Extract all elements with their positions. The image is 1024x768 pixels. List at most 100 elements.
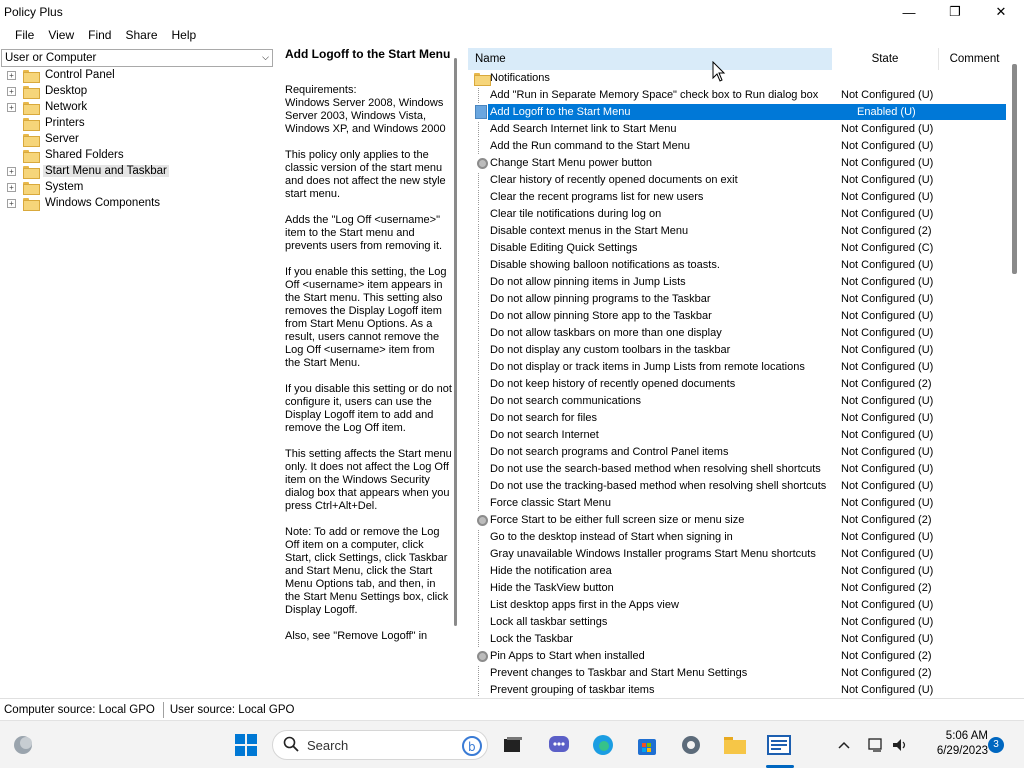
taskbar-search[interactable]: Search b — [272, 730, 488, 760]
table-row[interactable]: Lock all taskbar settings Not Configured … — [468, 614, 1008, 631]
tree-item[interactable]: + System — [0, 180, 276, 196]
policy-state: Not Configured (U) — [841, 633, 934, 645]
list-scrollbar[interactable] — [1012, 64, 1017, 274]
minimize-button[interactable]: — — [886, 0, 932, 24]
table-row[interactable]: Add Logoff to the Start Menu Enabled (U) — [468, 104, 1008, 121]
expand-icon[interactable]: + — [7, 183, 16, 192]
policy-icon — [478, 241, 483, 256]
close-button[interactable]: ✕ — [978, 0, 1024, 24]
tree-item[interactable]: + Control Panel — [0, 68, 276, 84]
policy-name: Do not use the search-based method when … — [490, 463, 821, 475]
table-row[interactable]: Do not keep history of recently opened d… — [468, 376, 1008, 393]
table-row[interactable]: Do not search for files Not Configured (U… — [468, 410, 1008, 427]
volume-icon[interactable] — [888, 730, 912, 760]
policy-plus-taskbar-icon[interactable] — [764, 730, 794, 760]
tree-item[interactable]: + Start Menu and Taskbar — [0, 164, 276, 180]
menu-share[interactable]: Share — [118, 28, 164, 42]
table-row[interactable]: Pin Apps to Start when installed Not Conf… — [468, 648, 1008, 665]
table-row[interactable]: Do not display or track items in Jump Li… — [468, 359, 1008, 376]
table-row[interactable]: Clear the recent programs list for new u… — [468, 189, 1008, 206]
table-row[interactable]: Add the Run command to the Start Menu Not… — [468, 138, 1008, 155]
policy-icon — [478, 683, 483, 696]
mouse-cursor-icon — [712, 61, 726, 82]
table-row[interactable]: Clear tile notifications during log on No… — [468, 206, 1008, 223]
tree-item[interactable]: Printers — [0, 116, 276, 132]
table-row[interactable]: Prevent changes to Taskbar and Start Men… — [468, 665, 1008, 682]
column-header-name[interactable]: Name — [468, 48, 832, 70]
description-paragraph: This policy only applies to the classic … — [285, 149, 446, 200]
chat-icon[interactable] — [544, 730, 574, 760]
table-row[interactable]: Force classic Start Menu Not Configured (… — [468, 495, 1008, 512]
table-row[interactable]: Add Search Internet link to Start Menu No… — [468, 121, 1008, 138]
table-row[interactable]: Gray unavailable Windows Installer progr… — [468, 546, 1008, 563]
network-icon[interactable] — [864, 730, 888, 760]
store-icon[interactable] — [632, 730, 662, 760]
column-header-comment[interactable]: Comment — [938, 48, 1010, 70]
maximize-button[interactable]: ❐ — [932, 0, 978, 24]
expand-icon[interactable]: + — [7, 87, 16, 96]
expand-icon[interactable]: + — [7, 103, 16, 112]
table-row[interactable]: Do not allow pinning items in Jump Lists… — [468, 274, 1008, 291]
table-row[interactable]: Do not search programs and Control Panel… — [468, 444, 1008, 461]
policy-name: Disable context menus in the Start Menu — [490, 225, 689, 237]
table-row[interactable]: List desktop apps first in the Apps view… — [468, 597, 1008, 614]
policy-state: Not Configured (U) — [841, 616, 934, 628]
menu-find[interactable]: Find — [81, 28, 118, 42]
notification-badge[interactable]: 3 — [988, 737, 1004, 753]
edge-icon[interactable] — [588, 730, 618, 760]
table-row[interactable]: Hide the notification area Not Configured… — [468, 563, 1008, 580]
table-row[interactable]: Add "Run in Separate Memory Space" check… — [468, 87, 1008, 104]
column-header-state[interactable]: State — [832, 48, 938, 70]
table-row[interactable]: Go to the desktop instead of Start when … — [468, 529, 1008, 546]
table-row[interactable]: Do not use the tracking-based method whe… — [468, 478, 1008, 495]
table-row[interactable]: Hide the TaskView button Not Configured (… — [468, 580, 1008, 597]
policy-name: Add "Run in Separate Memory Space" check… — [490, 89, 819, 101]
chevron-down-icon[interactable]: ⌵ — [262, 52, 269, 63]
description-scrollbar[interactable] — [452, 48, 468, 696]
table-row[interactable]: Clear history of recently opened documen… — [468, 172, 1008, 189]
expand-icon[interactable]: + — [7, 71, 16, 80]
policy-state: Enabled (U) — [857, 106, 916, 118]
policy-name: Do not search communications — [490, 395, 642, 407]
tree-item[interactable]: + Network — [0, 100, 276, 116]
policy-icon — [478, 496, 483, 511]
policy-state: Not Configured (U) — [841, 361, 934, 373]
file-explorer-icon[interactable] — [720, 730, 750, 760]
tree-item[interactable]: + Desktop — [0, 84, 276, 100]
policy-icon — [478, 428, 483, 443]
settings-icon[interactable] — [676, 730, 706, 760]
table-row[interactable]: Do not display any custom toolbars in th… — [468, 342, 1008, 359]
scope-dropdown[interactable]: User or Computer ⌵ — [1, 49, 273, 67]
table-row[interactable]: Force Start to be either full screen siz… — [468, 512, 1008, 529]
table-row[interactable]: Lock the Taskbar Not Configured (U) — [468, 631, 1008, 648]
table-row[interactable]: Prevent grouping of taskbar items Not Con… — [468, 682, 1008, 696]
menu-help[interactable]: Help — [165, 28, 204, 42]
task-view-icon[interactable] — [498, 730, 528, 760]
widgets-icon[interactable] — [8, 730, 38, 760]
expand-icon[interactable]: + — [7, 199, 16, 208]
policy-icon — [478, 360, 483, 375]
table-row[interactable]: Do not search communications Not Configur… — [468, 393, 1008, 410]
table-row[interactable]: Do not allow taskbars on more than one d… — [468, 325, 1008, 342]
bing-icon[interactable]: b — [461, 735, 483, 760]
tree-item[interactable]: + Windows Components — [0, 196, 276, 212]
policy-state: Not Configured (U) — [841, 157, 934, 169]
table-row[interactable]: Do not search Internet Not Configured (U) — [468, 427, 1008, 444]
table-row[interactable]: Disable context menus in the Start Menu N… — [468, 223, 1008, 240]
table-row[interactable]: Disable showing balloon notifications as… — [468, 257, 1008, 274]
tree-item[interactable]: Server — [0, 132, 276, 148]
table-row[interactable]: Do not allow pinning Store app to the Ta… — [468, 308, 1008, 325]
expand-icon[interactable]: + — [7, 167, 16, 176]
start-button[interactable] — [231, 730, 261, 760]
clock[interactable]: 5:06 AM 6/29/2023 — [920, 729, 988, 759]
menu-file[interactable]: File — [8, 28, 41, 42]
table-row[interactable]: Notifications — [468, 70, 1008, 87]
table-row[interactable]: Disable Editing Quick Settings Not Config… — [468, 240, 1008, 257]
table-row[interactable]: Do not use the search-based method when … — [468, 461, 1008, 478]
chevron-up-icon[interactable] — [830, 730, 858, 760]
tree-item[interactable]: Shared Folders — [0, 148, 276, 164]
table-row[interactable]: Change Start Menu power button Not Config… — [468, 155, 1008, 172]
svg-text:b: b — [468, 740, 476, 754]
table-row[interactable]: Do not allow pinning programs to the Tas… — [468, 291, 1008, 308]
menu-view[interactable]: View — [41, 28, 81, 42]
